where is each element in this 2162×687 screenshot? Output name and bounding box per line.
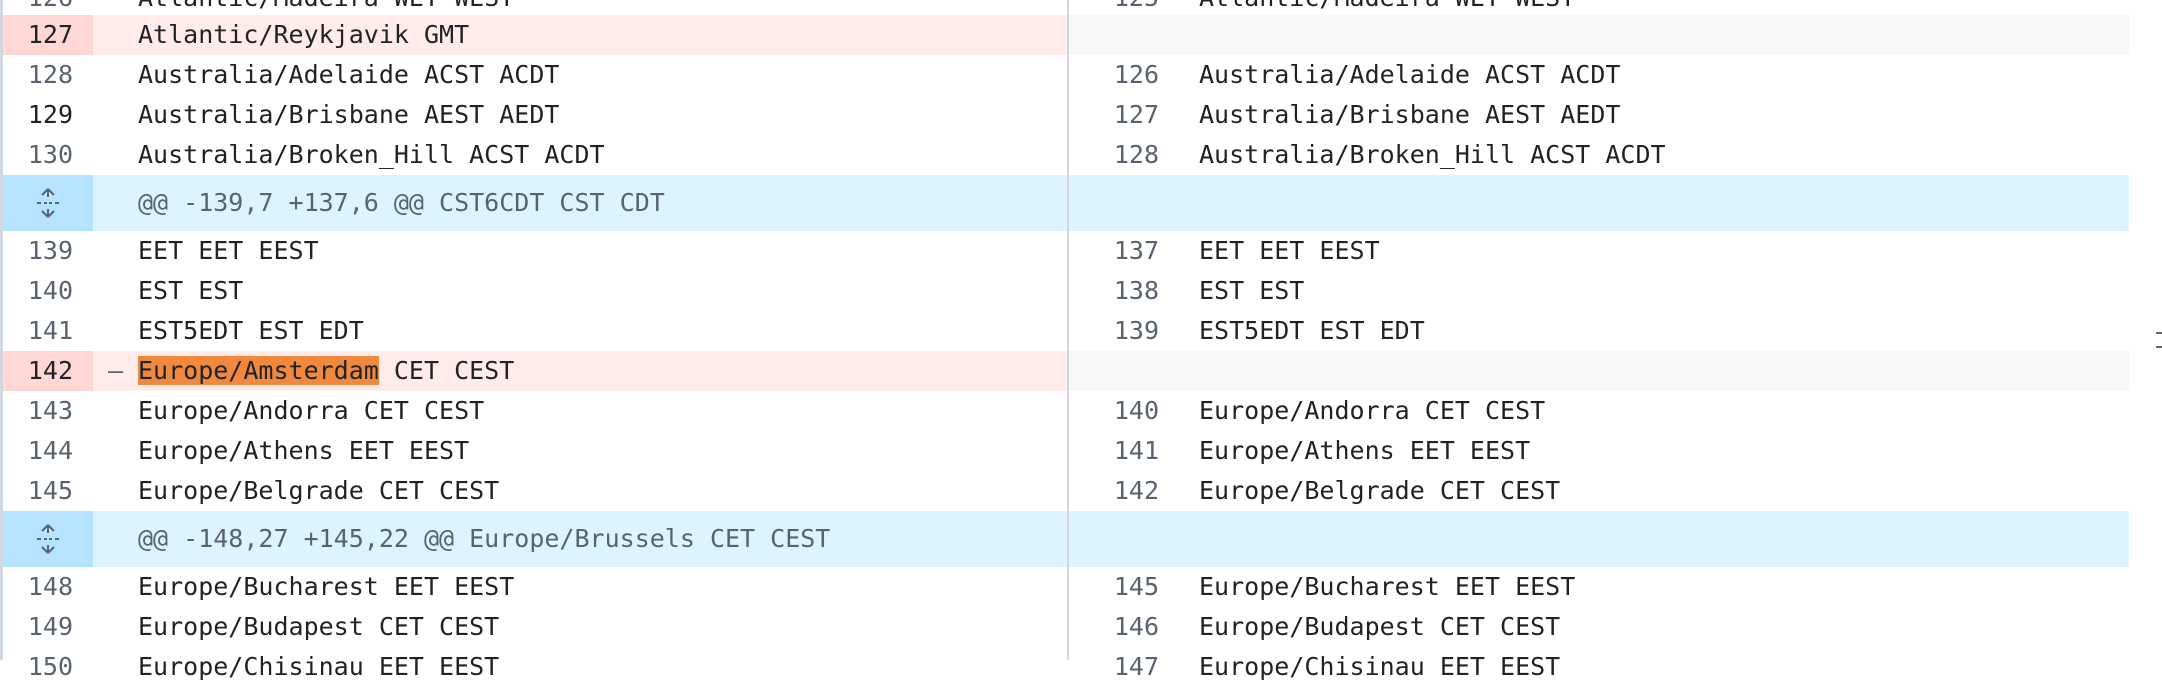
scroll-marker	[2156, 346, 2162, 348]
new-line-number[interactable]: 138	[1069, 271, 1179, 311]
old-line-code: EST5EDT EST EDT	[138, 316, 364, 345]
scroll-marker	[2156, 332, 2162, 334]
old-line-code: Australia/Brisbane AEST AEDT	[138, 100, 560, 129]
empty-new-line	[1069, 351, 2129, 391]
line-rest: CET CEST	[378, 356, 515, 385]
old-line-number[interactable]: 141	[3, 311, 93, 351]
old-line-number[interactable]: 150	[3, 647, 93, 687]
old-line-number[interactable]: 144	[3, 431, 93, 471]
old-line-number[interactable]: 129	[3, 95, 93, 135]
new-line-code: EET EET EEST	[1199, 236, 1380, 265]
new-line-code: Europe/Chisinau EET EEST	[1199, 652, 1561, 681]
new-line-code: Australia/Brisbane AEST AEDT	[1199, 100, 1621, 129]
diff-row: 128 Australia/Adelaide ACST ACDT 126 Aus…	[3, 55, 2129, 95]
hunk-header-text: @@ -148,27 +145,22 @@ Europe/Brussels CE…	[138, 524, 831, 553]
new-line-number[interactable]: 128	[1069, 135, 1179, 175]
new-line-code: Australia/Broken_Hill ACST ACDT	[1199, 140, 1666, 169]
diff-row-deleted: 142 – Europe/Amsterdam CET CEST	[3, 351, 2129, 391]
new-line-code: Europe/Bucharest EET EEST	[1199, 572, 1576, 601]
old-line-number[interactable]: 145	[3, 471, 93, 511]
diff-row: 149 Europe/Budapest CET CEST 146 Europe/…	[3, 607, 2129, 647]
diff-row: 150 Europe/Chisinau EET EEST 147 Europe/…	[3, 647, 2129, 687]
diff-row: 139 EET EET EEST 137 EET EET EEST	[3, 231, 2129, 271]
empty-new-line	[1069, 15, 2129, 55]
new-line-code: EST EST	[1199, 276, 1305, 305]
new-line-number[interactable]: 146	[1069, 607, 1179, 647]
old-line-code: Europe/Belgrade CET CEST	[138, 476, 500, 505]
old-line-number[interactable]: 139	[3, 231, 93, 271]
diff-row-deleted: 127 – Atlantic/Reykjavik GMT	[3, 15, 2129, 55]
new-line-code: Europe/Budapest CET CEST	[1199, 612, 1561, 641]
new-line-code: Europe/Andorra CET CEST	[1199, 396, 1546, 425]
old-line-code: Europe/Budapest CET CEST	[138, 612, 500, 641]
old-line-code: EST EST	[138, 276, 244, 305]
expand-hunk-button[interactable]	[3, 175, 93, 231]
diff-row: 144 Europe/Athens EET EEST 141 Europe/At…	[3, 431, 2129, 471]
new-line-code: EST5EDT EST EDT	[1199, 316, 1425, 345]
old-line-number[interactable]: 128	[3, 55, 93, 95]
expand-vertical-icon	[37, 188, 59, 218]
new-line-number[interactable]: 127	[1069, 95, 1179, 135]
old-line-number[interactable]: 143	[3, 391, 93, 431]
new-line-code: Australia/Adelaide ACST ACDT	[1199, 60, 1621, 89]
old-line-number[interactable]: 142	[3, 351, 93, 391]
hunk-header: @@ -139,7 +137,6 @@ CST6CDT CST CDT	[3, 175, 2129, 231]
old-line-code: Europe/Amsterdam CET CEST	[138, 351, 1067, 391]
old-line-code: Australia/Adelaide ACST ACDT	[138, 60, 560, 89]
new-line-number[interactable]: 139	[1069, 311, 1179, 351]
old-line-code: Atlantic/Reykjavik GMT	[138, 15, 1067, 55]
hunk-header-text: @@ -139,7 +137,6 @@ CST6CDT CST CDT	[138, 188, 665, 217]
split-divider	[1067, 0, 1069, 660]
old-line-code: EET EET EEST	[138, 236, 319, 265]
expand-hunk-button[interactable]	[3, 511, 93, 567]
diff-row: 140 EST EST 138 EST EST	[3, 271, 2129, 311]
old-line-code: Europe/Athens EET EEST	[138, 436, 470, 465]
diff-row: 148 Europe/Bucharest EET EEST 145 Europe…	[3, 567, 2129, 607]
new-line-number[interactable]: 145	[1069, 567, 1179, 607]
old-line-code: Europe/Andorra CET CEST	[138, 396, 485, 425]
old-line-number[interactable]: 130	[3, 135, 93, 175]
diff-row: 141 EST5EDT EST EDT 139 EST5EDT EST EDT	[3, 311, 2129, 351]
diff-row: 130 Australia/Broken_Hill ACST ACDT 128 …	[3, 135, 2129, 175]
diff-row: 143 Europe/Andorra CET CEST 140 Europe/A…	[3, 391, 2129, 431]
deletion-sign: –	[93, 351, 138, 391]
highlighted-word: Europe/Amsterdam	[138, 356, 379, 385]
diff-row: 145 Europe/Belgrade CET CEST 142 Europe/…	[3, 471, 2129, 511]
old-line-code: Australia/Broken_Hill ACST ACDT	[138, 140, 605, 169]
hunk-header: @@ -148,27 +145,22 @@ Europe/Brussels CE…	[3, 511, 2129, 567]
split-diff-view: 126 Atlantic/Madeira WET WEST 125 Atlant…	[0, 0, 2129, 681]
new-line-number[interactable]: 142	[1069, 471, 1179, 511]
old-line-number[interactable]: 149	[3, 607, 93, 647]
new-line-number[interactable]: 141	[1069, 431, 1179, 471]
expand-vertical-icon	[37, 524, 59, 554]
old-line-code: Europe/Bucharest EET EEST	[138, 572, 515, 601]
new-line-number[interactable]: 147	[1069, 647, 1179, 687]
new-line-code: Europe/Athens EET EEST	[1199, 436, 1531, 465]
old-line-number[interactable]: 140	[3, 271, 93, 311]
new-line-number[interactable]: 140	[1069, 391, 1179, 431]
old-line-number[interactable]: 148	[3, 567, 93, 607]
new-line-number[interactable]: 137	[1069, 231, 1179, 271]
diff-row: 129 Australia/Brisbane AEST AEDT 127 Aus…	[3, 95, 2129, 135]
old-line-code: Europe/Chisinau EET EEST	[138, 652, 500, 681]
old-line-number[interactable]: 127	[3, 15, 93, 55]
new-line-code: Europe/Belgrade CET CEST	[1199, 476, 1561, 505]
new-line-number[interactable]: 126	[1069, 55, 1179, 95]
